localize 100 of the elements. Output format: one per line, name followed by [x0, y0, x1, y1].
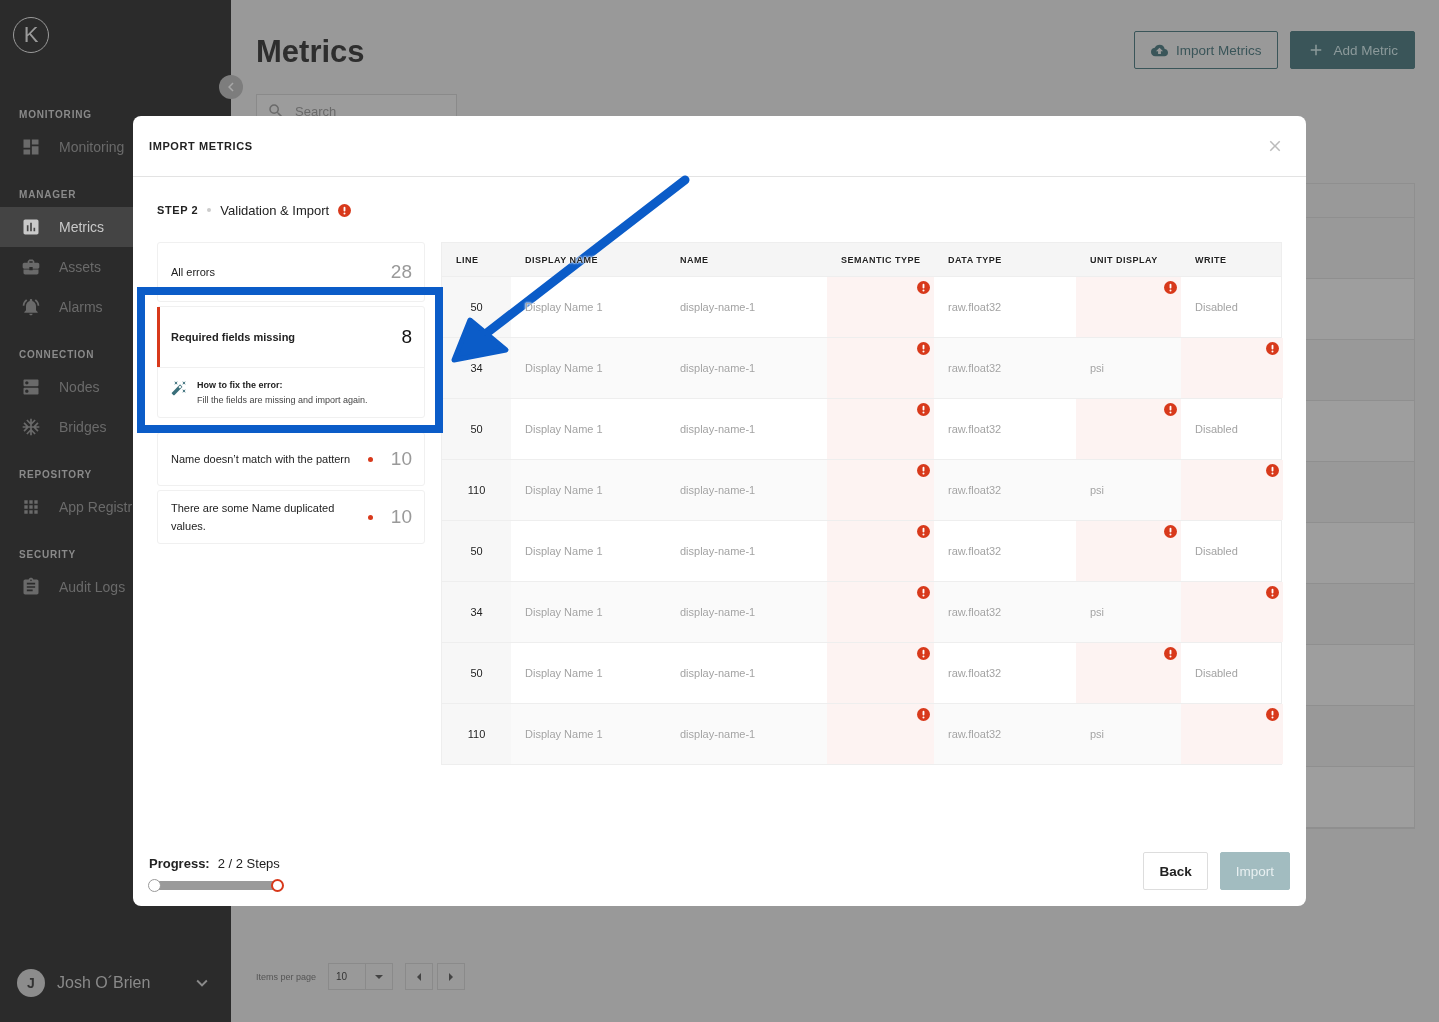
status-dot [367, 456, 373, 462]
table-cell: 50 [442, 399, 511, 459]
collapse-button[interactable] [219, 75, 243, 99]
page-size-select[interactable]: 10 [328, 963, 394, 990]
hint-text: Fill the fields are missing and import again. [197, 395, 368, 405]
table-cell-text: Disabled [1194, 422, 1239, 437]
status-dot [367, 514, 373, 520]
table-cell-text: raw.float32 [947, 544, 1003, 559]
back-button[interactable]: Back [1143, 852, 1208, 890]
magic-wand-icon [171, 380, 187, 396]
bar-chart-icon [21, 217, 41, 237]
table-cell-text: Display Name 1 [524, 300, 604, 315]
error-icon [917, 525, 930, 538]
page-title: Metrics [256, 34, 365, 70]
section-title: CONNECTION [18, 348, 96, 362]
error-icon [917, 586, 930, 599]
server-icon [21, 377, 41, 397]
error-card[interactable]: Name doesn’t match with the pattern 10 [157, 432, 425, 486]
column-header: WRITE [1195, 254, 1227, 265]
error-label: There are some Name duplicated values. [171, 501, 336, 534]
section-title: MONITORING [18, 108, 93, 122]
table-cell-text: raw.float32 [947, 483, 1003, 498]
bell-icon [21, 297, 41, 317]
triangle-left-icon [417, 972, 422, 981]
error-icon [1164, 403, 1177, 416]
error-count: 10 [390, 506, 412, 528]
table-cell-text: raw.float32 [947, 727, 1003, 742]
table-cell-text: display-name-1 [679, 422, 757, 437]
table-cell-text: psi [1089, 483, 1106, 498]
error-icon [1266, 708, 1279, 721]
error-icon [917, 281, 930, 294]
column-header: UNIT DISPLAY [1090, 254, 1158, 265]
dialog-title: IMPORT METRICS [149, 140, 253, 152]
avatar: J [17, 969, 45, 997]
error-icon [1266, 342, 1279, 355]
table-cell-text: raw.float32 [947, 422, 1003, 437]
error-icon [917, 464, 930, 477]
table-cell-text: display-name-1 [679, 727, 757, 742]
table-cell-text: psi [1089, 361, 1106, 376]
import-button[interactable]: Import Metrics [1133, 31, 1279, 69]
table-cell-text: psi [1089, 605, 1106, 620]
dashboard-icon [21, 137, 41, 157]
clipboard-icon [21, 577, 41, 597]
section-title: REPOSITORY [18, 468, 93, 482]
error-label: Required fields missing [171, 330, 297, 345]
pagination-label: Items per page [256, 971, 317, 982]
column-header: NAME [680, 254, 709, 265]
error-icon [1164, 647, 1177, 660]
caret-icon [375, 974, 384, 979]
table-cell-text: Display Name 1 [524, 544, 604, 559]
error-count: 10 [390, 448, 412, 470]
next-button[interactable] [437, 963, 466, 990]
hint-title: How to fix the error: [197, 380, 284, 390]
progress-text: Progress: 2 / 2 Steps [149, 856, 281, 871]
step-label: STEP 2 [157, 204, 199, 216]
error-icon [1164, 525, 1177, 538]
user-name: Josh O´Brien [57, 974, 152, 992]
error-card[interactable]: Required fields missing 8 How to fix the error: Fill the fields are missing and import again. [157, 306, 425, 418]
add-button[interactable]: Add Metric [1290, 31, 1415, 69]
table-cell-text: Display Name 1 [524, 666, 604, 681]
table-cell-text: Display Name 1 [524, 727, 604, 742]
error-icon [917, 403, 930, 416]
error-icon [1266, 586, 1279, 599]
table-cell-text: display-name-1 [679, 483, 757, 498]
error-card[interactable]: There are some Name duplicated values. 10 [157, 490, 425, 544]
error-count: 8 [401, 326, 412, 348]
error-label: All errors [171, 265, 216, 280]
table-cell-text: raw.float32 [947, 605, 1003, 620]
table-cell-text: Disabled [1194, 544, 1239, 559]
table-cell-text: raw.float32 [947, 300, 1003, 315]
error-icon [917, 342, 930, 355]
column-header: LINE [456, 254, 479, 265]
table-cell-text: raw.float32 [947, 361, 1003, 376]
grid-icon [21, 497, 41, 517]
table-cell-text: display-name-1 [679, 666, 757, 681]
table-cell-text: display-name-1 [679, 605, 757, 620]
column-header: DATA TYPE [948, 254, 1002, 265]
triangle-right-icon [449, 972, 454, 981]
nav-item[interactable]: Audit Logs [0, 567, 231, 607]
snowflake-icon [21, 417, 41, 437]
column-header: SEMANTIC TYPE [841, 254, 921, 265]
table-cell-text: Display Name 1 [524, 422, 604, 437]
table-cell-text: display-name-1 [679, 361, 757, 376]
table-cell-text: display-name-1 [679, 300, 757, 315]
table-cell: 50 [442, 643, 511, 703]
table-cell-text: display-name-1 [679, 544, 757, 559]
table-cell-text: Display Name 1 [524, 483, 604, 498]
briefcase-icon [21, 257, 41, 277]
table-cell-text: Disabled [1194, 666, 1239, 681]
error-count: 28 [390, 261, 412, 283]
section-title: MANAGER [18, 188, 78, 202]
separator-dot [207, 208, 212, 212]
table-cell-text: psi [1089, 727, 1106, 742]
error-icon [917, 708, 930, 721]
error-icon [338, 203, 352, 217]
error-icon [1266, 464, 1279, 477]
error-icon [1164, 281, 1177, 294]
table-cell-text: Disabled [1194, 300, 1239, 315]
previous-button[interactable] [405, 963, 434, 990]
error-icon [917, 647, 930, 660]
